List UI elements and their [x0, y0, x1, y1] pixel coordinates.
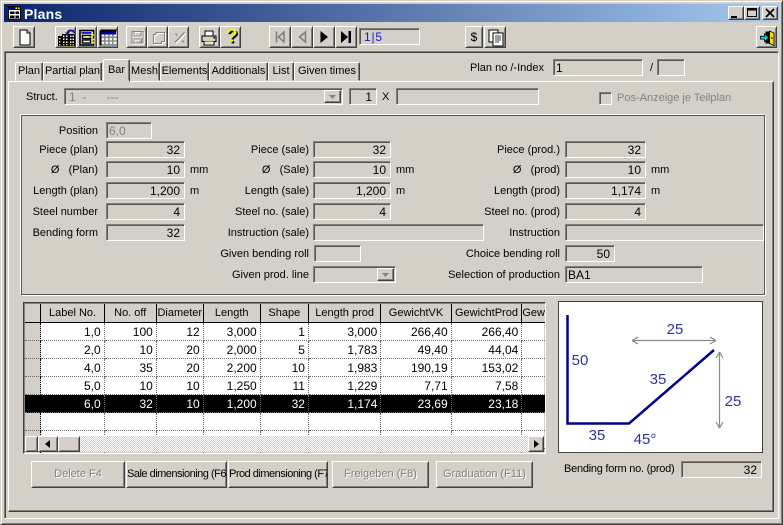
svg-text:25: 25 [725, 393, 742, 410]
svg-text:35: 35 [589, 427, 606, 444]
svg-text:45°: 45° [634, 431, 657, 448]
svg-text:50: 50 [572, 352, 589, 369]
svg-text:25: 25 [667, 321, 684, 338]
svg-text:35: 35 [650, 371, 667, 388]
